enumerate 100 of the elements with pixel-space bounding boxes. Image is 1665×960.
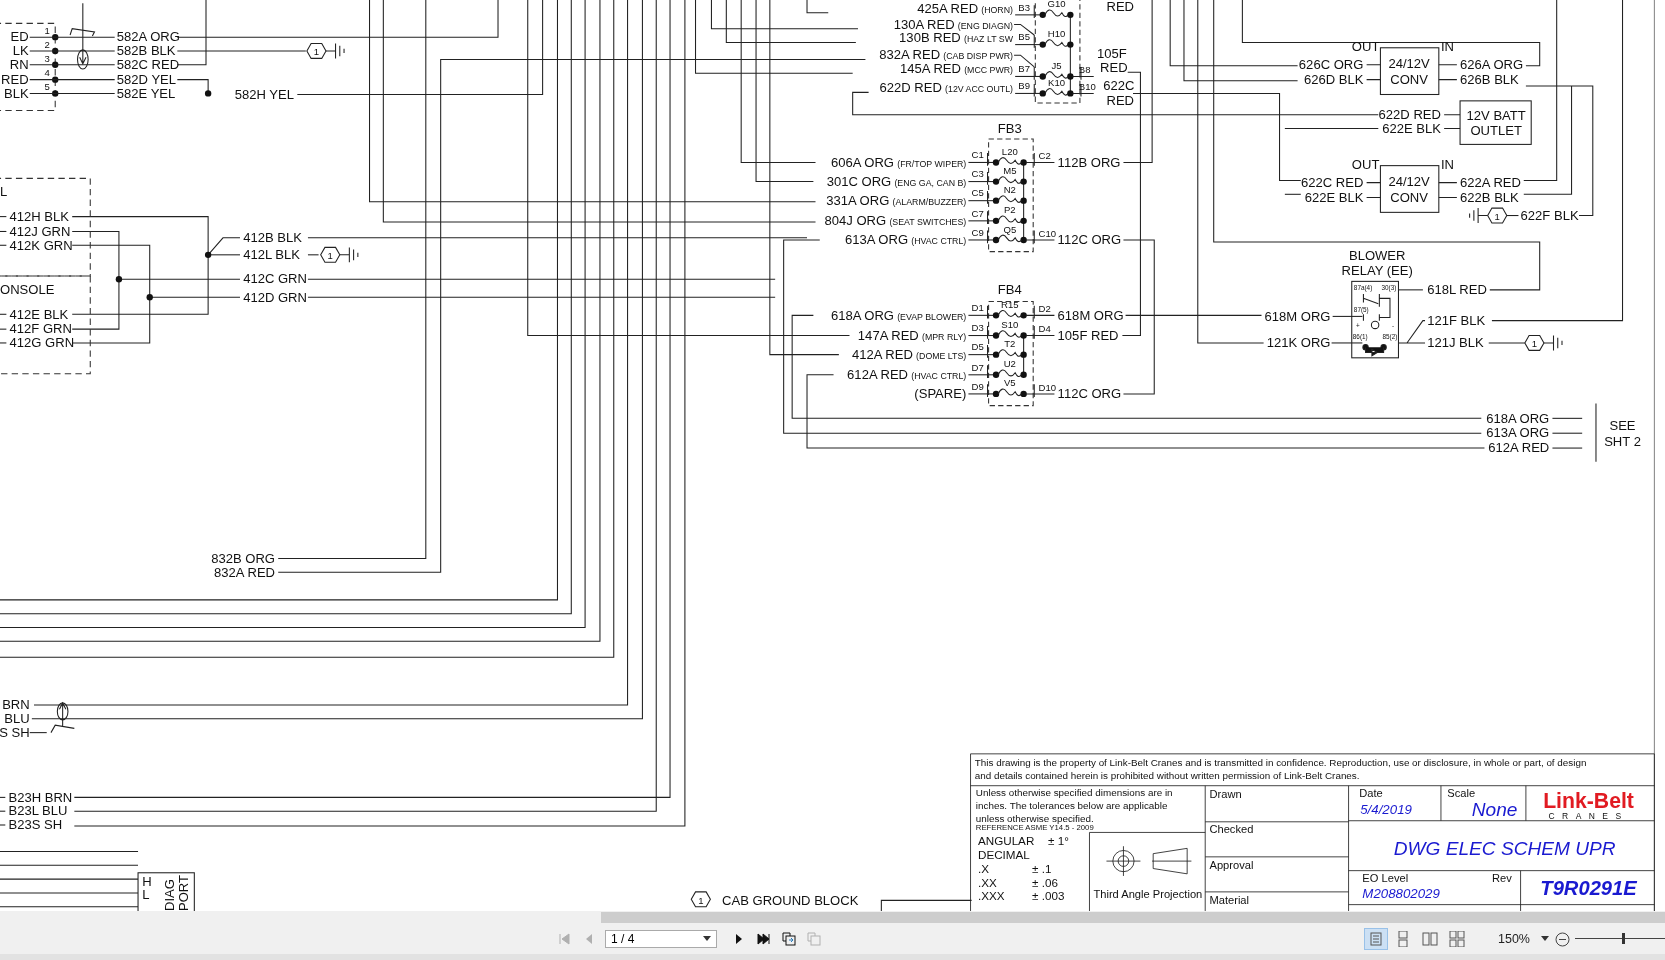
relay-title: BLOWER RELAY (EE) xyxy=(1341,248,1413,278)
page-layout-icon xyxy=(1395,931,1411,947)
pin-label: B9 xyxy=(1018,80,1030,92)
ground-marker: 1 xyxy=(306,43,327,59)
wire-label: 832B ORG xyxy=(211,550,275,566)
panel-title: ONSOLE xyxy=(0,282,55,298)
pin-label: B5 xyxy=(1018,31,1030,43)
pin-label: D2 xyxy=(1038,303,1051,315)
wire-label: 105F xyxy=(1096,46,1127,62)
wire-label: 622C RED xyxy=(1301,174,1364,190)
wire-label: 622E BLK xyxy=(1304,189,1364,205)
pin-label: D7 xyxy=(971,361,984,373)
pin-number: 1 xyxy=(44,25,50,36)
signoff-label: Drawn xyxy=(1209,788,1242,801)
pin-number: 3 xyxy=(44,52,50,64)
zoom-out-icon[interactable] xyxy=(1555,931,1570,947)
wire-label: 618A ORG xyxy=(1486,410,1550,426)
zoom-slider-thumb[interactable] xyxy=(1621,933,1625,944)
ground-icon xyxy=(325,43,345,59)
wire-label: BLU xyxy=(4,711,30,727)
pin-label: C2 xyxy=(1038,150,1051,162)
fuse-label: M5 xyxy=(1003,165,1017,177)
fuse-label: G10 xyxy=(1047,0,1066,10)
wire-label: 412K GRN xyxy=(9,237,73,253)
pin-number: 5 xyxy=(44,81,50,93)
wire-label: LK xyxy=(12,43,29,59)
wire-label: 112B ORG xyxy=(1057,154,1121,170)
wire-label: 832A RED xyxy=(214,564,275,580)
tolerance-label: .XX xyxy=(978,875,997,889)
zoom-level: 150% xyxy=(1498,932,1530,946)
fuse-label: T2 xyxy=(1004,338,1016,350)
logo-tagline: CRANES xyxy=(1548,810,1629,821)
terminal-dot xyxy=(52,76,59,83)
fuse-label: V5 xyxy=(1004,377,1016,389)
pin-label: C3 xyxy=(971,168,984,180)
pin-label: D3 xyxy=(971,322,984,334)
fuse-label: H10 xyxy=(1047,28,1066,40)
wire-label: 622D RED xyxy=(1378,106,1441,122)
wire-label: 412B BLK xyxy=(243,230,302,246)
confidentiality-notice: This drawing is the property of Link-Belt Cranes and is transmitted in confidence. Reproduction, use or disclosure, in whole or part, of design and details contained herein is prohibited without written permission of Link-Belt Cranes. xyxy=(974,756,1587,782)
wire-label: 618A ORG (EVAP BLOWER) xyxy=(830,307,967,323)
pin-label: B7 xyxy=(1018,63,1030,75)
shield-icon xyxy=(50,701,75,734)
drawing-number: T9R0291E xyxy=(1540,877,1637,900)
tolerance-label: DECIMAL xyxy=(978,847,1030,861)
field-label: Rev xyxy=(1491,872,1512,885)
wire-label: 622F BLK xyxy=(1520,207,1579,223)
wire-label: B23L BLU xyxy=(8,803,68,819)
caret-icon[interactable] xyxy=(1541,936,1549,942)
page-layout-icon xyxy=(1449,931,1465,947)
pin-label: C9 xyxy=(971,226,984,238)
ground-marker: 1 xyxy=(1487,207,1508,224)
ground-marker: 1 xyxy=(320,246,341,263)
wire-label: 804J ORG (SEAT SWITCHES) xyxy=(824,213,967,229)
fuse-label: K10 xyxy=(1048,77,1066,88)
extract-pages-icon xyxy=(781,931,797,947)
wire-label: B23H BRN xyxy=(8,789,73,805)
wire-label: 130A RED (ENG DIAGN) xyxy=(893,16,1013,32)
wire-label: 606A ORG (FR/TOP WIPER) xyxy=(830,154,967,170)
wire-label: 412F GRN xyxy=(9,321,72,337)
ground-icon xyxy=(1469,207,1489,224)
sheet-reference: SEE SHT 2 xyxy=(1604,418,1641,449)
wire-label: 412D GRN xyxy=(243,289,307,305)
fuse-label: J5 xyxy=(1051,60,1062,71)
scrollbar-thumb[interactable] xyxy=(601,912,1665,923)
pin-label: C5 xyxy=(971,187,984,199)
tolerance-label: .XXX xyxy=(978,889,1005,903)
wire-label: 832A RED (CAB DISP PWR) xyxy=(879,47,1013,63)
pin-label: L xyxy=(142,887,150,903)
wire-label: 412C GRN xyxy=(243,271,307,287)
wire-label: 147A RED (MPR RLY) xyxy=(857,327,967,343)
port-title: PORT xyxy=(175,875,191,911)
wire-label: 301C ORG (ENG GA, CAN B) xyxy=(826,173,967,189)
pin-label: C10 xyxy=(1038,227,1056,239)
wire-label: ED xyxy=(10,29,29,45)
logo-wordmark: Link-Belt xyxy=(1543,789,1634,812)
tolerance-label: .X xyxy=(978,861,989,875)
fuse-block-title: FB4 xyxy=(997,282,1022,298)
ground-icon xyxy=(1543,335,1563,351)
wire-label: BLK xyxy=(4,85,29,101)
wire-label: RED xyxy=(1106,93,1134,109)
pin-label: D5 xyxy=(971,341,984,353)
fuse-block-title: FB3 xyxy=(997,120,1022,136)
wire-label: 612A RED (HVAC CTRL) xyxy=(847,367,967,383)
fuse-label: N2 xyxy=(1003,184,1016,196)
pin-label: D1 xyxy=(971,302,984,314)
wire-label: (SPARE) xyxy=(914,386,967,402)
splice-dot xyxy=(115,276,123,283)
wire-label: RN xyxy=(9,57,29,72)
view-mode-button[interactable] xyxy=(1364,928,1388,950)
pin-label: D4 xyxy=(1038,323,1051,335)
wire-label: RED xyxy=(1,71,29,87)
splice-dot xyxy=(204,251,212,258)
pin-label: B10 xyxy=(1078,81,1096,93)
port-title: DIAG xyxy=(162,879,178,911)
pin-number: 4 xyxy=(44,67,50,79)
page-number-field[interactable]: 1 / 4 xyxy=(605,930,717,948)
tolerance-value: ± .06 xyxy=(1032,875,1058,889)
terminal-dot xyxy=(52,47,59,55)
fuse-label: L20 xyxy=(1001,146,1018,157)
